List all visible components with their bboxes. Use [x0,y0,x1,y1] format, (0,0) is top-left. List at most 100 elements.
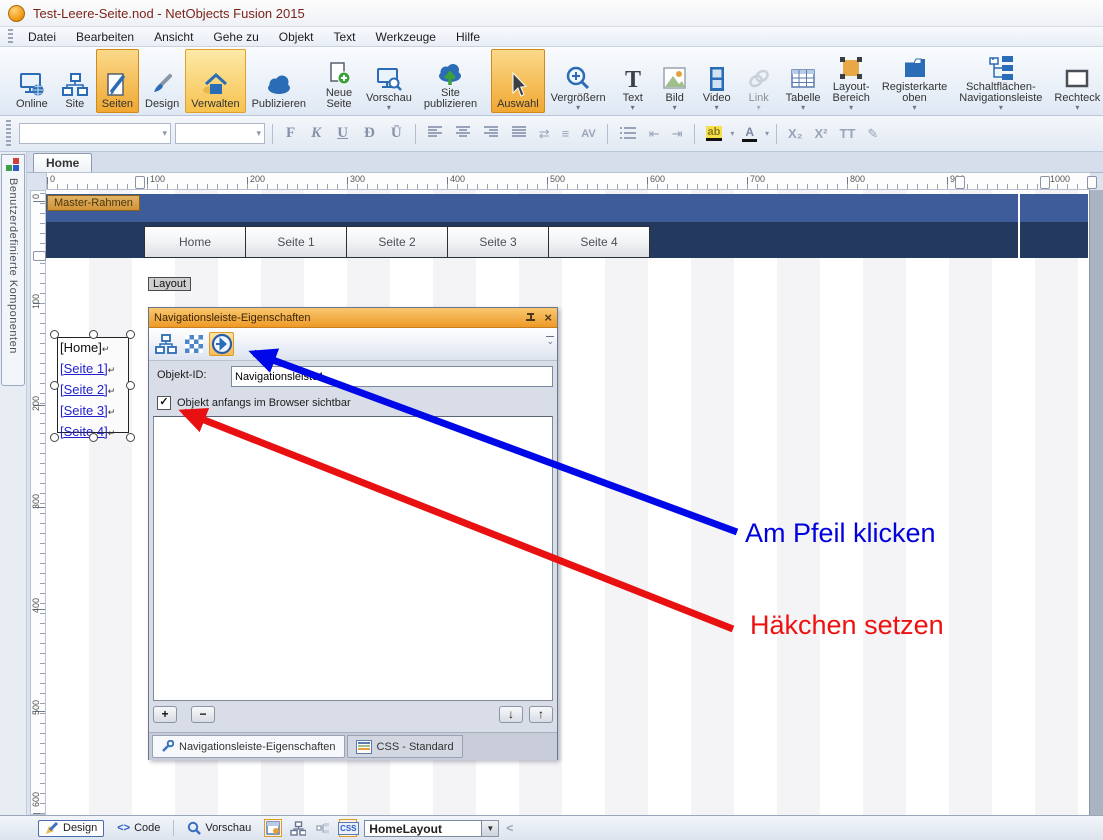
selection-handle[interactable] [50,381,59,390]
bold-button[interactable]: F [280,125,301,142]
menu-werkzeuge[interactable]: Werkzeuge [367,29,445,45]
menu-objekt[interactable]: Objekt [270,29,323,45]
design-view-button[interactable]: Design [38,820,104,837]
view-seiten-button[interactable]: Seiten [96,49,139,113]
align-right-button[interactable] [483,125,499,142]
move-up-button[interactable]: ↑ [529,706,553,723]
ruler-guide-marker[interactable] [33,251,46,261]
nav-list-item[interactable]: [Seite 2] [60,382,108,397]
selection-handle[interactable] [50,433,59,442]
italic-button[interactable]: K [305,125,327,142]
site-structure-icon[interactable] [289,819,307,837]
transparency-view-icon[interactable] [181,332,206,356]
neue-seite-button[interactable]: Neue Seite [318,49,360,113]
tool-vergroessern-button[interactable]: Vergrößern ▾ [545,49,612,113]
selection-handle[interactable] [89,433,98,442]
selection-handle[interactable] [50,330,59,339]
letter-spacing-button[interactable]: AV [577,128,599,140]
indent-button[interactable]: ⇥ [668,126,687,142]
menu-bearbeiten[interactable]: Bearbeiten [67,29,143,45]
line-spacing-button[interactable]: ≡ [558,126,574,141]
menu-gehe-zu[interactable]: Gehe zu [204,29,267,45]
menu-hilfe[interactable]: Hilfe [447,29,489,45]
goto-link-arrow-icon[interactable] [209,332,234,356]
navbar-button-seite-4[interactable]: Seite 4 [548,226,650,258]
menu-text[interactable]: Text [324,29,364,45]
tool-text-button[interactable]: T Text ▾ [612,49,654,113]
menu-ansicht[interactable]: Ansicht [145,29,202,45]
tab-navigationsleiste-eigenschaften[interactable]: Navigationsleiste-Eigenschaften [152,735,345,758]
small-caps-button[interactable]: TT [836,126,860,141]
tab-css-standard[interactable]: CSS - Standard [347,735,463,758]
tool-tabelle-button[interactable]: Tabelle ▾ [780,49,827,113]
structure-view-icon[interactable] [153,332,178,356]
overline-button[interactable]: Ū [385,125,408,142]
align-left-button[interactable] [427,125,443,142]
tool-layout-bereich-button[interactable]: Layout-Bereich ▾ [827,49,876,113]
selection-handle[interactable] [126,433,135,442]
site-publizieren-button[interactable]: Site publizieren [418,49,483,113]
view-verwalten-button[interactable]: Verwalten [185,49,245,113]
strikethrough-button[interactable]: Đ [358,125,381,142]
navbar-button-home[interactable]: Home [144,226,246,258]
tool-video-button[interactable]: Video ▾ [696,49,738,113]
dropdown-arrow-icon[interactable]: ▼ [482,820,499,837]
move-down-button[interactable]: ↓ [499,706,523,723]
tool-link-button[interactable]: Link ▾ [738,49,780,113]
ruler-guide-marker[interactable] [955,176,965,189]
tool-bild-button[interactable]: Bild ▾ [654,49,696,113]
layout-selector[interactable]: HomeLayout ▼ [364,820,499,837]
font-size-select[interactable]: ▾ [175,123,265,144]
tool-schaltflaechen-navigationsleiste-button[interactable]: Schaltflächen- Navigationsleiste ▾ [953,49,1048,113]
nav-items-listbox[interactable] [153,416,553,701]
vertical-ruler[interactable]: 0 100 200 300 400 500 600 [30,190,46,815]
page-canvas[interactable]: Master-Rahmen Home Seite 1 Seite 2 Seite… [46,190,1090,815]
tab-home[interactable]: Home [33,153,92,172]
navbar-button-seite-1[interactable]: Seite 1 [245,226,347,258]
toolbar-overflow-icon[interactable]: ⌄ [546,336,554,345]
css-view-button[interactable]: CSS [339,819,357,837]
font-family-select[interactable]: ▾ [19,123,171,144]
view-design-button[interactable]: Design [139,49,185,113]
ruler-guide-marker[interactable] [1040,176,1050,189]
selection-handle[interactable] [89,330,98,339]
scroll-left-icon[interactable]: < [506,821,513,835]
nav-list-item[interactable]: [Seite 4] [60,424,108,439]
superscript-button[interactable]: X² [811,126,832,141]
nav-list-item[interactable]: [Seite 3] [60,403,108,418]
tool-auswahl-button[interactable]: Auswahl [491,49,545,113]
remove-item-button[interactable]: − [191,706,215,723]
view-online-button[interactable]: Online [10,49,54,113]
tool-registerkarte-button[interactable]: Registerkarte oben ▾ [876,49,953,113]
pin-icon[interactable] [525,312,536,323]
selection-handle[interactable] [126,330,135,339]
ruler-guide-marker[interactable] [135,176,145,189]
nav-list-item[interactable]: [Home] [60,340,102,355]
vorschau-view-button[interactable]: Vorschau [181,820,257,836]
code-view-button[interactable]: <> Code [111,821,166,835]
menu-datei[interactable]: Datei [19,29,65,45]
browser-visible-checkbox[interactable]: ✓ [157,396,171,410]
text-nav-list-object[interactable]: [Home]↵ [Seite 1]↵ [Seite 2]↵ [Seite 3]↵… [57,337,129,433]
vertical-scrollbar[interactable] [1089,190,1103,815]
list-button[interactable] [619,125,637,142]
horizontal-ruler[interactable]: 0 100 200 300 400 500 600 700 800 900 10… [46,172,1090,190]
add-item-button[interactable]: + [153,706,177,723]
nav-list-item[interactable]: [Seite 1] [60,361,108,376]
layout-region-tag[interactable]: Layout [148,277,191,291]
align-center-button[interactable] [455,125,471,142]
navbar-button-seite-2[interactable]: Seite 2 [346,226,448,258]
close-icon[interactable]: × [544,312,552,323]
highlight-color-button[interactable]: ab [706,126,723,141]
subscript-button[interactable]: X₂ [784,126,806,141]
navbar-button-seite-3[interactable]: Seite 3 [447,226,549,258]
panel-title-bar[interactable]: Navigationsleiste-Eigenschaften × [149,308,557,328]
underline-button[interactable]: U [331,125,354,142]
ruler-guide-marker[interactable] [1087,176,1097,189]
format-painter-button[interactable]: ✎ [863,126,882,142]
objekt-id-input[interactable] [231,366,553,387]
outdent-button[interactable]: ⇤ [645,126,664,142]
view-site-button[interactable]: Site [54,49,96,113]
page-structure-icon[interactable] [314,819,332,837]
tool-rechteck-button[interactable]: Rechteck ▾ [1048,49,1103,113]
